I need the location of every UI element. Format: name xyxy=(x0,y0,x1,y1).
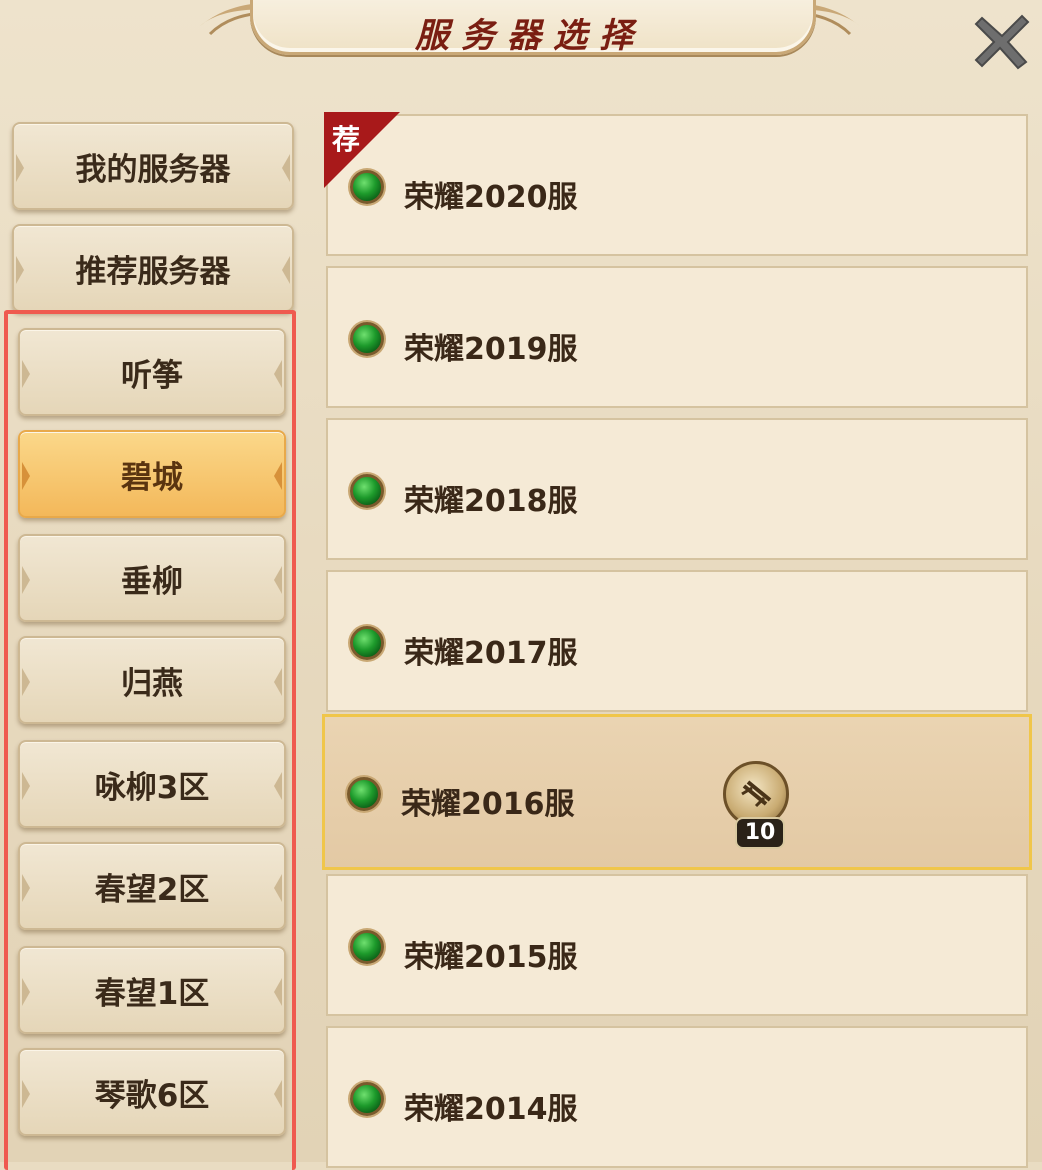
status-online-icon xyxy=(350,170,384,204)
status-online-icon xyxy=(350,474,384,508)
zone-tab-chunwang-1[interactable]: 春望1区 xyxy=(18,946,286,1034)
server-row[interactable]: 荣耀2014服 xyxy=(326,1026,1028,1168)
status-online-icon xyxy=(350,1082,384,1116)
nav-my-servers-button[interactable]: 我的服务器 xyxy=(12,122,294,210)
page-title: 服务器选择 xyxy=(415,16,645,56)
nav-recommended-button[interactable]: 推荐服务器 xyxy=(12,224,294,312)
nav-my-servers-label: 我的服务器 xyxy=(75,151,231,188)
status-online-icon xyxy=(350,626,384,660)
server-row[interactable]: 荣耀2015服 xyxy=(326,874,1028,1016)
close-button[interactable] xyxy=(972,10,1032,70)
title-plaque: 服务器选择 xyxy=(200,0,860,56)
status-online-icon xyxy=(347,777,381,811)
server-name: 荣耀2015服 xyxy=(404,940,578,975)
zone-tab-label: 咏柳3区 xyxy=(94,769,210,806)
server-name: 荣耀2019服 xyxy=(404,332,578,367)
server-row-selected[interactable]: 荣耀2016服 10 xyxy=(322,714,1032,870)
zone-tab-chunwang-2[interactable]: 春望2区 xyxy=(18,842,286,930)
zone-tab-chuiliu[interactable]: 垂柳 xyxy=(18,534,286,622)
zone-tab-yongliu-3[interactable]: 咏柳3区 xyxy=(18,740,286,828)
nav-recommended-label: 推荐服务器 xyxy=(75,253,231,290)
zone-tab-label: 归燕 xyxy=(121,665,183,702)
server-row[interactable]: 荣耀2017服 xyxy=(326,570,1028,712)
server-row[interactable]: 荐 荣耀2020服 xyxy=(324,112,1028,256)
server-name: 荣耀2016服 xyxy=(401,787,575,822)
server-name: 荣耀2014服 xyxy=(404,1092,578,1127)
zone-tab-label: 听筝 xyxy=(121,357,183,394)
zone-tab-tingzheng[interactable]: 听筝 xyxy=(18,328,286,416)
zone-tab-label: 碧城 xyxy=(121,459,183,496)
status-online-icon xyxy=(350,930,384,964)
zone-tab-guiyan[interactable]: 归燕 xyxy=(18,636,286,724)
zone-tab-label: 春望1区 xyxy=(94,975,210,1012)
server-name: 荣耀2017服 xyxy=(404,636,578,671)
badge-count: 10 xyxy=(735,817,785,849)
server-name: 荣耀2020服 xyxy=(404,180,578,215)
server-row[interactable]: 荣耀2019服 xyxy=(326,266,1028,408)
close-icon xyxy=(974,14,1030,70)
zone-tab-label: 垂柳 xyxy=(121,563,183,600)
recommend-tag-label: 荐 xyxy=(332,123,361,156)
zone-tab-label: 琴歌6区 xyxy=(94,1077,210,1114)
zone-tab-qinge-6[interactable]: 琴歌6区 xyxy=(18,1048,286,1136)
zone-tab-label: 春望2区 xyxy=(94,871,210,908)
status-online-icon xyxy=(350,322,384,356)
server-name: 荣耀2018服 xyxy=(404,484,578,519)
zone-tab-bicheng[interactable]: 碧城 xyxy=(18,430,286,518)
server-row[interactable]: 荣耀2018服 xyxy=(326,418,1028,560)
